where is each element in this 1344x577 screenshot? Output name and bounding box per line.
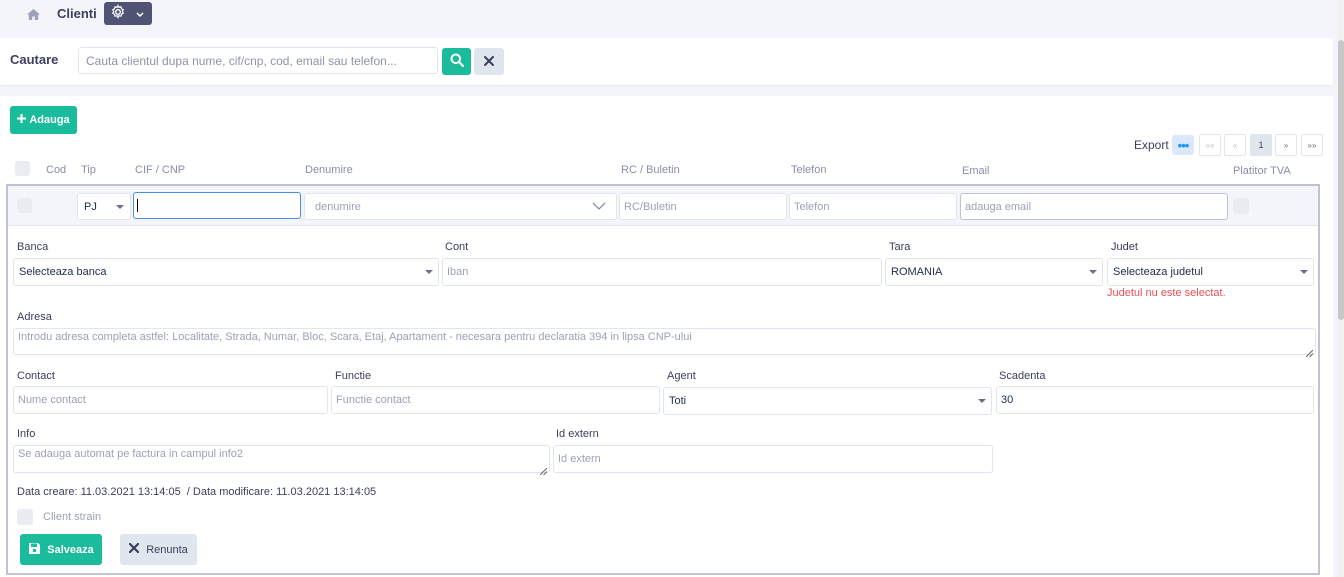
functie-input[interactable] (331, 386, 660, 414)
add-client-button[interactable]: Adauga (10, 106, 77, 134)
save-button[interactable]: Salveaza (20, 534, 102, 565)
gear-icon (110, 4, 126, 23)
resize-handle-icon[interactable] (539, 464, 548, 476)
email-input[interactable] (960, 193, 1228, 220)
banca-label: Banca (17, 241, 49, 253)
id-extern-input[interactable] (553, 445, 993, 473)
denumire-placeholder: denumire (315, 200, 361, 213)
agent-label: Agent (667, 370, 696, 382)
header-tip: Tip (81, 164, 96, 176)
top-bar (0, 0, 1344, 30)
id-extern-label: Id extern (556, 428, 599, 440)
header-email: Email (962, 165, 990, 177)
cancel-label: Renunta (146, 543, 188, 556)
scadenta-input[interactable] (996, 386, 1314, 414)
adresa-textarea[interactable] (13, 328, 1316, 355)
caret-down-icon (425, 270, 433, 274)
tip-select[interactable]: PJ (77, 193, 131, 220)
tara-select[interactable]: ROMANIA (885, 258, 1103, 286)
save-label: Salveaza (47, 543, 94, 556)
search-button[interactable] (442, 48, 471, 75)
header-rc-buletin: RC / Buletin (621, 164, 680, 176)
resize-handle-icon[interactable] (1305, 346, 1314, 358)
caret-down-icon (1089, 270, 1097, 274)
contact-label: Contact (17, 370, 55, 382)
save-icon (28, 542, 41, 558)
cif-input[interactable] (133, 192, 301, 219)
rc-buletin-input[interactable] (619, 193, 787, 220)
chevron-down-icon (592, 201, 606, 213)
chevron-down-icon (136, 7, 144, 21)
judet-value: Selecteaza judetul (1113, 266, 1203, 278)
cont-iban-input[interactable] (442, 258, 882, 286)
search-input[interactable] (78, 47, 438, 74)
agent-select[interactable]: Toti (663, 387, 992, 415)
agent-value: Toti (669, 395, 687, 407)
dates-info: Data creare: 11.03.2021 13:14:05 / Data … (17, 486, 377, 498)
header-platitor-tva: Platitor TVA (1233, 165, 1291, 177)
add-client-label: Adauga (29, 114, 70, 126)
platitor-tva-checkbox[interactable] (1233, 198, 1249, 214)
pagination-page-1[interactable]: 1 (1250, 134, 1272, 156)
header-cod: Cod (46, 164, 67, 176)
denumire-select[interactable]: denumire (304, 193, 617, 220)
cancel-button[interactable]: Renunta (120, 534, 197, 565)
pagination-first[interactable]: «« (1199, 134, 1221, 156)
export-label: Export (1134, 138, 1169, 152)
home-icon[interactable] (25, 6, 41, 22)
judet-select[interactable]: Selecteaza judetul (1107, 258, 1314, 286)
telefon-input[interactable] (789, 193, 957, 220)
breadcrumb-clienti[interactable]: Clienti (57, 6, 97, 21)
banca-select[interactable]: Selecteaza banca (13, 258, 439, 286)
client-strain-checkbox[interactable] (17, 509, 33, 525)
header-telefon: Telefon (791, 164, 827, 176)
page-scrollbar-thumb[interactable] (1338, 40, 1344, 320)
info-textarea[interactable] (13, 445, 550, 473)
judet-error-message: Judetul nu este selectat. (1107, 287, 1226, 299)
pagination-prev[interactable]: « (1224, 134, 1246, 156)
tara-value: ROMANIA (891, 266, 943, 278)
scadenta-label: Scadenta (999, 370, 1046, 382)
export-more-button[interactable]: ••• (1172, 135, 1194, 155)
tara-label: Tara (889, 241, 911, 253)
header-denumire: Denumire (305, 164, 353, 176)
client-strain-label: Client strain (43, 511, 102, 523)
judet-label: Judet (1111, 241, 1138, 253)
search-label: Cautare (10, 52, 59, 67)
banca-value: Selecteaza banca (19, 266, 107, 278)
cont-label: Cont (445, 241, 469, 253)
row-checkbox[interactable] (17, 198, 32, 213)
contact-input[interactable] (13, 386, 328, 414)
caret-down-icon (1300, 270, 1308, 274)
info-label: Info (17, 428, 36, 440)
close-icon (129, 542, 140, 556)
clear-search-button[interactable] (474, 48, 504, 75)
caret-down-icon (116, 204, 124, 209)
adresa-label: Adresa (17, 311, 52, 323)
close-icon (484, 54, 494, 69)
plus-icon (17, 114, 27, 126)
pagination-next[interactable]: » (1275, 134, 1297, 156)
tip-value: PJ (84, 200, 97, 213)
settings-dropdown-button[interactable] (104, 2, 152, 25)
header-cif-cnp: CIF / CNP (135, 164, 186, 176)
text-cursor (137, 199, 138, 212)
functie-label: Functie (335, 370, 372, 382)
select-all-checkbox[interactable] (15, 161, 30, 176)
caret-down-icon (978, 399, 986, 403)
search-icon (450, 53, 464, 70)
pagination-last[interactable]: »» (1301, 134, 1323, 156)
